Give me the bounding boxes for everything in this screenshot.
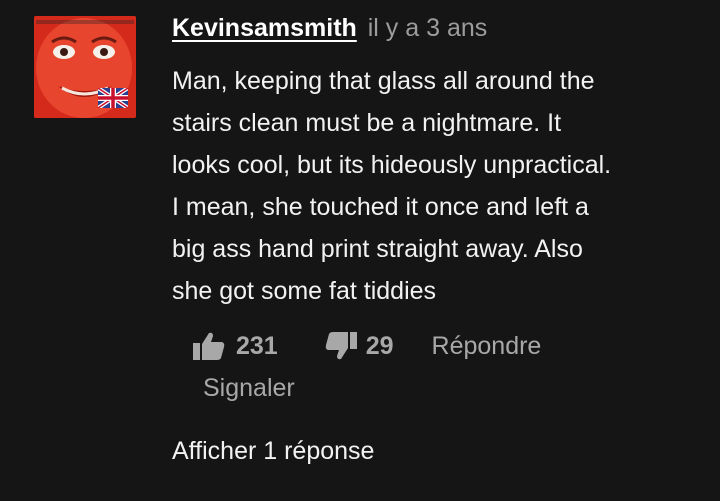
author-name[interactable]: Kevinsamsmith (172, 14, 357, 42)
show-replies-button[interactable]: Afficher 1 réponse (172, 435, 374, 467)
comment-line: she got some fat tiddies (172, 277, 437, 305)
comment-card: Kevinsamsmith il y a 3 ans Man, keeping … (0, 0, 720, 501)
avatar[interactable] (34, 16, 136, 118)
dislike-button[interactable]: 29 (324, 331, 394, 361)
dislike-count: 29 (365, 331, 394, 360)
comment-line: I mean, she touched it once and left a (172, 193, 589, 221)
like-button[interactable]: 231 (192, 331, 278, 361)
comment-line: stairs clean must be a nightmare. It (172, 109, 562, 137)
comment-line: Man, keeping that glass all around the (172, 67, 595, 95)
uk-flag-icon (98, 88, 128, 108)
comment-header: Kevinsamsmith il y a 3 ans (172, 12, 487, 44)
comment-timestamp: il y a 3 ans (367, 14, 488, 42)
report-button[interactable]: Signaler (203, 372, 295, 404)
thumbs-down-icon (325, 332, 357, 360)
comment-text: Man, keeping that glass all around the s… (172, 60, 702, 312)
reply-button[interactable]: Répondre (432, 332, 542, 361)
like-count: 231 (236, 331, 278, 360)
comment-line: looks cool, but its hideously unpractica… (172, 151, 612, 179)
thumbs-up-icon (193, 332, 225, 360)
comment-actions: 231 29 Répondre (192, 326, 541, 366)
comment-line: big ass hand print straight away. Also (172, 235, 583, 263)
